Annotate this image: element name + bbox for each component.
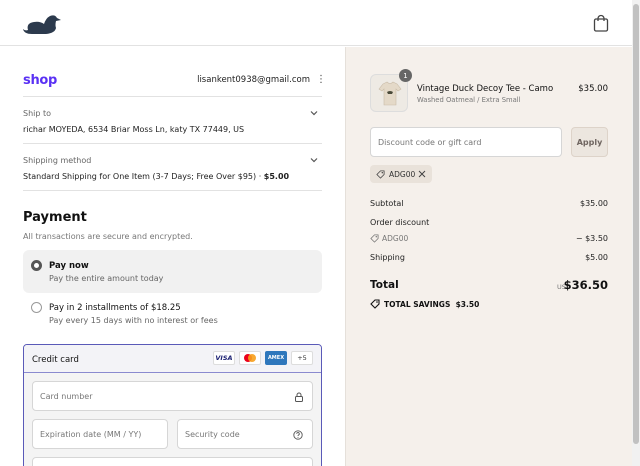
tag-icon (370, 299, 380, 309)
card-number-placeholder: Card number (40, 392, 93, 401)
shipping-value: $5.00 (585, 253, 608, 262)
radio-selected[interactable] (31, 260, 42, 271)
order-discount-code: ADG00 (382, 234, 409, 243)
account-email: lisankent0938@gmail.com (197, 75, 310, 85)
mastercard-icon (239, 351, 261, 365)
divider (23, 190, 322, 191)
savings-label: TOTAL SAVINGS (384, 300, 451, 309)
expiration-date-input[interactable]: Expiration date (MM / YY) (32, 419, 168, 449)
duck-logo-icon[interactable] (22, 10, 62, 36)
total-label: Total (370, 279, 399, 291)
applied-discount-chip: ADG00 (370, 165, 432, 183)
product-price: $35.00 (578, 84, 608, 94)
scrollbar-thumb[interactable] (633, 4, 639, 444)
total-value: $36.50 (563, 278, 608, 292)
lock-icon (295, 392, 303, 402)
shopping-bag-icon[interactable] (593, 14, 609, 32)
shipping-method-label: Shipping method (23, 156, 92, 165)
payment-option-installments[interactable]: Pay in 2 installments of $18.25 Pay ever… (23, 295, 322, 335)
more-cards-badge: +5 (291, 351, 313, 365)
header (0, 0, 632, 46)
help-circle-icon[interactable] (293, 430, 303, 440)
total-savings: TOTAL SAVINGS $3.50 (384, 300, 479, 309)
checkout-form: shop lisankent0938@gmail.com ⋮ Ship to r… (0, 47, 345, 466)
quantity-badge: 1 (399, 69, 412, 82)
shipping-method-price: $5.00 (263, 172, 290, 181)
discount-placeholder: Discount code or gift card (378, 138, 482, 147)
subtotal-value: $35.00 (580, 199, 608, 208)
credit-card-section: Credit card VISA AMEX +5 Card number Exp… (23, 344, 322, 466)
product-name: Vintage Duck Decoy Tee - Camo (417, 84, 554, 94)
ship-to-label: Ship to (23, 109, 52, 118)
payment-subtitle: All transactions are secure and encrypte… (23, 232, 193, 241)
shipping-method-value: Standard Shipping for One Item (3-7 Days… (23, 172, 289, 181)
shipping-method-name: Standard Shipping for One Item (3-7 Days… (23, 172, 257, 181)
shipping-label: Shipping (370, 253, 405, 262)
radio-unselected[interactable] (31, 302, 42, 313)
kebab-icon[interactable]: ⋮ (316, 75, 326, 85)
option-desc: Pay the entire amount today (49, 274, 164, 283)
shop-pay-logo: shop (23, 73, 58, 88)
order-discount-label: Order discount (370, 218, 430, 227)
option-title: Pay now (49, 261, 89, 271)
subtotal-label: Subtotal (370, 199, 404, 208)
expiration-placeholder: Expiration date (MM / YY) (40, 430, 142, 439)
separator: · (258, 172, 262, 181)
chevron-down-icon[interactable] (309, 155, 319, 165)
close-icon[interactable] (418, 170, 426, 178)
card-number-input[interactable]: Card number (32, 381, 313, 411)
option-desc: Pay every 15 days with no interest or fe… (49, 316, 218, 325)
visa-icon: VISA (213, 351, 235, 365)
payment-option-pay-now[interactable]: Pay now Pay the entire amount today (23, 250, 322, 293)
tag-icon (376, 170, 385, 179)
mastercard-circles (244, 354, 256, 362)
credit-card-fields: Card number Expiration date (MM / YY) Se… (24, 374, 321, 466)
payment-title: Payment (23, 210, 87, 225)
security-code-input[interactable]: Security code (177, 419, 313, 449)
order-summary: 1 Vintage Duck Decoy Tee - Camo Washed O… (345, 47, 632, 466)
savings-value: $3.50 (455, 300, 480, 309)
discount-code-input[interactable]: Discount code or gift card (370, 127, 562, 157)
tag-icon (370, 234, 379, 243)
divider (23, 96, 322, 97)
credit-card-title: Credit card (32, 355, 79, 365)
ship-to-address: richar MOYEDA, 6534 Briar Moss Ln, katy … (23, 125, 245, 134)
divider (23, 143, 322, 144)
security-placeholder: Security code (185, 430, 240, 439)
name-on-card-input[interactable] (32, 457, 313, 466)
product-variant: Washed Oatmeal / Extra Small (417, 96, 521, 104)
applied-code: ADG00 (389, 170, 416, 179)
credit-card-header[interactable]: Credit card VISA AMEX +5 (24, 345, 321, 373)
apply-discount-button[interactable]: Apply (571, 127, 608, 157)
option-title: Pay in 2 installments of $18.25 (49, 303, 181, 313)
chevron-down-icon[interactable] (309, 108, 319, 118)
amex-icon: AMEX (265, 351, 287, 365)
order-discount-value: − $3.50 (575, 234, 608, 243)
